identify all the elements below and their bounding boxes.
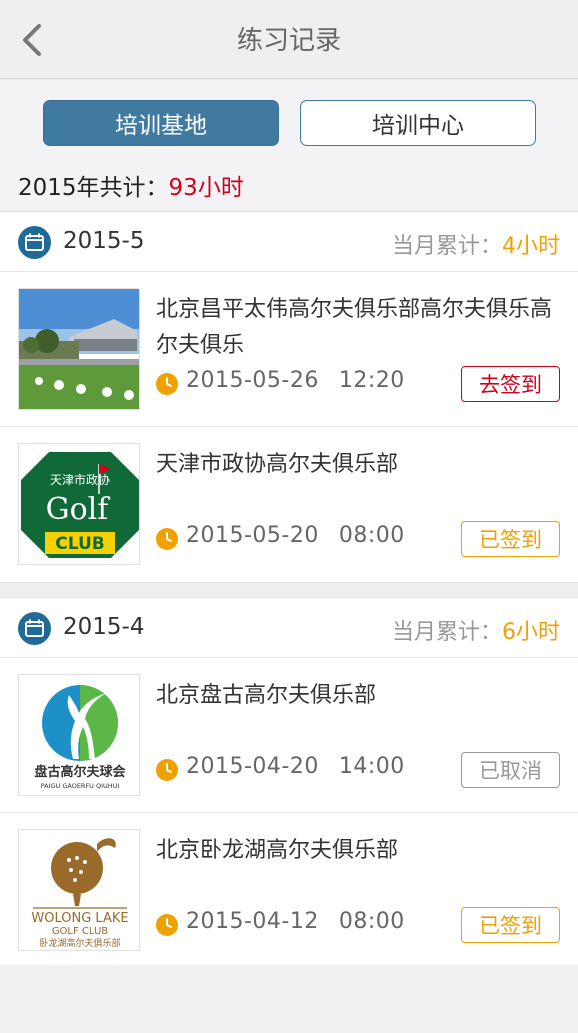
month-header: 2015-4 当月累计：6小时 [0, 598, 578, 658]
clock-icon [156, 759, 178, 781]
record-date: 2015-05-20 [186, 523, 319, 548]
month-total-value: 6小时 [502, 620, 560, 645]
calendar-icon [18, 612, 51, 645]
logo-text: Golf [46, 492, 111, 527]
top-nav-bar: 练习记录 [0, 0, 578, 79]
logo-text: GOLF CLUB [52, 926, 108, 937]
record-row[interactable]: WOLONG LAKE GOLF CLUB 卧龙湖高尔夫俱乐部 北京卧龙湖高尔夫… [0, 813, 578, 968]
month-total-value: 4小时 [502, 234, 560, 259]
record-date: 2015-04-12 [186, 909, 319, 934]
page-title: 练习记录 [236, 26, 341, 56]
record-time: 08:00 [338, 909, 405, 934]
checkin-button[interactable]: 去签到 [461, 366, 560, 402]
clock-icon [156, 373, 178, 395]
year-total: 2015年共计：93小时 [18, 168, 244, 202]
club-name: 天津市政协高尔夫俱乐部 [156, 452, 399, 477]
club-name: 北京盘古高尔夫俱乐部 [156, 683, 377, 708]
month-total-label: 当月累计： [391, 620, 502, 645]
record-row[interactable]: 盘古高尔夫球会 PAIGU GAOERFU QIUHUI 北京盘古高尔夫俱乐部 … [0, 658, 578, 813]
logo-text: PAIGU GAOERFU QIUHUI [41, 782, 120, 790]
logo-text: 卧龙湖高尔夫俱乐部 [39, 937, 120, 949]
month-label: 2015-4 [63, 614, 145, 640]
logo-text: 盘古高尔夫球会 [34, 764, 126, 780]
tab-training-center[interactable]: 培训中心 [300, 100, 536, 146]
logo-text: 天津市政协 [50, 472, 110, 487]
record-time: 14:00 [338, 754, 405, 779]
record-row[interactable]: 天津市政协 Golf CLUB 天津市政协高尔夫俱乐部 2015-05-20 08… [0, 427, 578, 582]
year-total-value: 93小时 [168, 175, 244, 201]
club-logo: WOLONG LAKE GOLF CLUB 卧龙湖高尔夫俱乐部 [18, 829, 140, 951]
logo-text: WOLONG LAKE [31, 911, 128, 926]
club-name: 北京卧龙湖高尔夫俱乐部 [156, 838, 399, 863]
record-date: 2015-05-26 [186, 368, 319, 393]
tab-bar: 培训基地 培训中心 2015年共计：93小时 [0, 80, 578, 210]
record-date: 2015-04-20 [186, 754, 319, 779]
month-section-2015-5: 2015-5 当月累计：4小时 北京昌平太伟高尔夫俱乐部高尔夫俱乐高尔夫俱乐 2… [0, 211, 578, 583]
club-photo [18, 288, 140, 410]
record-datetime: 2015-04-12 08:00 [186, 909, 405, 934]
status-badge[interactable]: 已签到 [461, 521, 560, 557]
record-datetime: 2015-05-20 08:00 [186, 523, 405, 548]
club-name: 北京昌平太伟高尔夫俱乐部高尔夫俱乐高尔夫俱乐 [156, 297, 553, 358]
clock-icon [156, 528, 178, 550]
record-time: 12:20 [338, 368, 405, 393]
month-header: 2015-5 当月累计：4小时 [0, 212, 578, 272]
club-logo: 天津市政协 Golf CLUB [18, 443, 140, 565]
month-total-label: 当月累计： [391, 234, 502, 259]
clock-icon [156, 914, 178, 936]
status-badge[interactable]: 已取消 [461, 752, 560, 788]
month-total: 当月累计：4小时 [392, 228, 560, 260]
logo-text: CLUB [55, 534, 104, 554]
record-datetime: 2015-04-20 14:00 [186, 754, 405, 779]
record-time: 08:00 [338, 523, 405, 548]
club-logo: 盘古高尔夫球会 PAIGU GAOERFU QIUHUI [18, 674, 140, 796]
year-total-label: 2015年共计： [18, 175, 169, 201]
tab-training-base[interactable]: 培训基地 [43, 100, 279, 146]
record-row[interactable]: 北京昌平太伟高尔夫俱乐部高尔夫俱乐高尔夫俱乐 2015-05-26 12:20 去… [0, 272, 578, 427]
month-section-2015-4: 2015-4 当月累计：6小时 盘古高尔夫球会 PAIGU GAOERFU QI… [0, 597, 578, 969]
month-total: 当月累计：6小时 [392, 614, 560, 646]
record-datetime: 2015-05-26 12:20 [186, 368, 405, 393]
status-badge[interactable]: 已签到 [461, 907, 560, 943]
page-bottom [0, 965, 578, 1033]
month-label: 2015-5 [63, 228, 145, 254]
calendar-icon [18, 226, 51, 259]
